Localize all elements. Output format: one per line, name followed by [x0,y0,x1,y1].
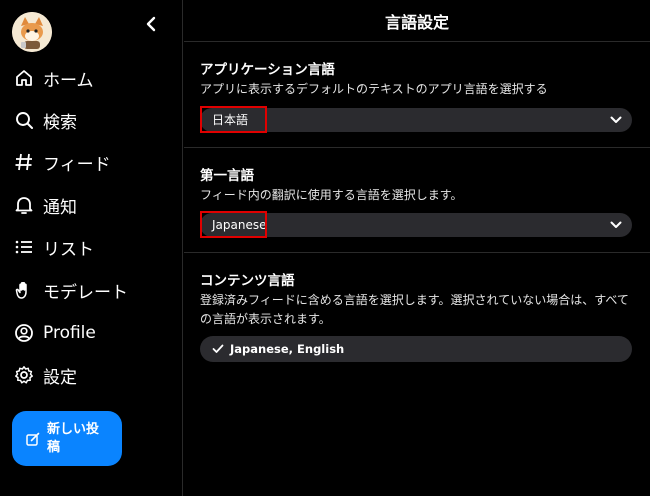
content-languages-description: 登録済みフィードに含める言語を選択します。選択されていない場合は、すべての言語が… [200,293,629,326]
page-title: 言語設定 [384,12,449,32]
primary-language-select[interactable]: Japanese [200,213,632,237]
chevron-down-icon [610,116,622,123]
divider [184,147,650,148]
nav-feeds-label: フィード [43,154,111,175]
hand-icon [14,280,34,300]
search-icon [14,110,34,130]
content-languages-value: Japanese, English [230,342,345,356]
nav-profile[interactable]: Profile [14,319,96,347]
nav-moderation[interactable]: モデレート [14,276,128,304]
bell-icon [14,195,34,215]
nav-home[interactable]: ホーム [14,64,94,92]
nav-search-label: 検索 [43,112,77,133]
list-icon [14,237,34,257]
nav-lists-label: リスト [43,239,94,260]
gear-icon [14,365,34,385]
nav-settings-label: 設定 [43,367,77,388]
app-language-value: 日本語 [212,113,249,127]
nav-home-label: ホーム [43,70,94,91]
profile-icon [14,323,34,343]
app-language-description: アプリに表示するデフォルトのテキストのアプリ言語を選択する [200,82,548,96]
primary-language-title: 第一言語 [200,168,254,184]
app-language-title: アプリケーション言語 [200,62,335,78]
new-post-label: 新しい投稿 [47,421,100,455]
nav-profile-label: Profile [43,323,96,343]
app-language-select[interactable]: 日本語 [200,108,632,132]
nav-settings[interactable]: 設定 [14,361,77,389]
nav-notifications-label: 通知 [43,197,77,218]
new-post-button[interactable]: 新しい投稿 [12,411,122,466]
home-icon [14,68,34,88]
primary-language-description: フィード内の翻訳に使用する言語を選択します。 [200,188,463,202]
nav-lists[interactable]: リスト [14,233,94,261]
chevron-left-icon [146,16,156,32]
nav-feeds[interactable]: フィード [14,148,111,176]
hash-icon [14,152,34,172]
app-root: ホーム 検索 フィード 通知 リスト モデレート Profile 設定 新しい投… [0,0,650,496]
content-languages-title: コンテンツ言語 [200,273,295,289]
primary-language-value: Japanese [212,218,267,232]
content-languages-button[interactable]: Japanese, English [200,336,632,362]
collapse-sidebar-button[interactable] [140,12,162,36]
main-content: 言語設定 アプリケーション言語 アプリに表示するデフォルトのテキストのアプリ言語… [184,0,650,496]
nav-moderation-label: モデレート [43,282,128,303]
check-icon [212,344,224,354]
page-header: 言語設定 [184,0,650,42]
nav-search[interactable]: 検索 [14,106,77,134]
avatar-image [12,12,52,52]
avatar[interactable] [12,12,52,52]
nav-notifications[interactable]: 通知 [14,191,77,219]
sidebar: ホーム 検索 フィード 通知 リスト モデレート Profile 設定 新しい投… [0,0,183,496]
chevron-down-icon [610,221,622,228]
compose-icon [26,432,40,446]
divider [184,252,650,253]
